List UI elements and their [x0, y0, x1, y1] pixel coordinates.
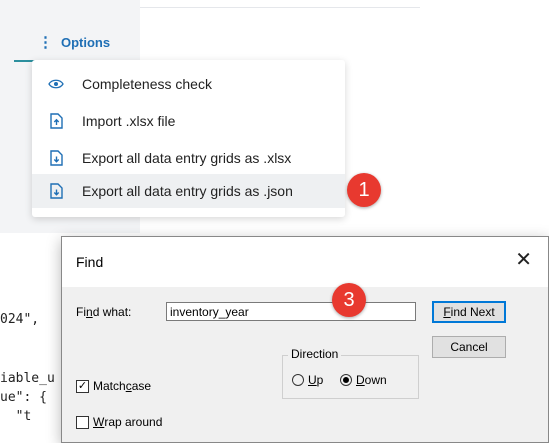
step-marker-3: 3 — [332, 283, 366, 317]
vertical-dots-icon: ⋮ — [38, 33, 53, 51]
radio-up[interactable]: Up — [292, 373, 323, 387]
menu-item-completeness-check[interactable]: Completeness check — [32, 67, 345, 101]
radio-circle — [340, 374, 352, 386]
radio-circle — [292, 374, 304, 386]
code-line: iable_u — [0, 371, 55, 386]
menu-item-label: Export all data entry grids as .xlsx — [82, 150, 292, 166]
file-upload-icon — [48, 113, 64, 129]
eye-icon — [48, 76, 64, 92]
step-marker-1: 1 — [347, 173, 381, 207]
find-next-button[interactable]: Find Next — [432, 301, 506, 323]
menu-item-label: Export all data entry grids as .json — [82, 183, 293, 199]
menu-item-label: Import .xlsx file — [82, 113, 176, 129]
match-case-checkbox[interactable]: ✓ Match c ase — [76, 379, 151, 393]
menu-item-export-xlsx[interactable]: Export all data entry grids as .xlsx — [32, 141, 345, 175]
wrap-around-checkbox[interactable]: Wrap around — [76, 415, 162, 429]
find-what-input[interactable] — [166, 302, 416, 321]
file-download-icon — [48, 183, 64, 199]
menu-item-import-xlsx[interactable]: Import .xlsx file — [32, 104, 345, 138]
find-what-label: Find what: — [76, 305, 132, 319]
find-dialog: Find ✕ Find what: Find Next Cancel Direc… — [61, 236, 549, 443]
options-button[interactable]: ⋮ Options — [38, 30, 110, 54]
close-icon[interactable]: ✕ — [515, 250, 532, 270]
cancel-button[interactable]: Cancel — [432, 336, 506, 358]
file-download-icon — [48, 150, 64, 166]
code-line: "t — [0, 409, 32, 424]
dialog-title: Find — [76, 254, 104, 270]
menu-item-label: Completeness check — [82, 76, 212, 92]
checkmark-icon: ✓ — [76, 379, 89, 393]
code-line: ue": { — [0, 390, 47, 405]
options-menu: Completeness check Import .xlsx file Exp… — [32, 60, 345, 217]
code-line: 024", — [0, 312, 40, 327]
radio-down[interactable]: Down — [340, 373, 387, 387]
menu-item-export-json[interactable]: Export all data entry grids as .json — [32, 174, 345, 208]
dialog-titlebar: Find ✕ — [62, 237, 548, 287]
panel-top-border — [140, 7, 420, 8]
checkbox-box — [76, 415, 89, 429]
direction-label: Direction — [288, 347, 342, 361]
options-button-label: Options — [61, 34, 111, 50]
